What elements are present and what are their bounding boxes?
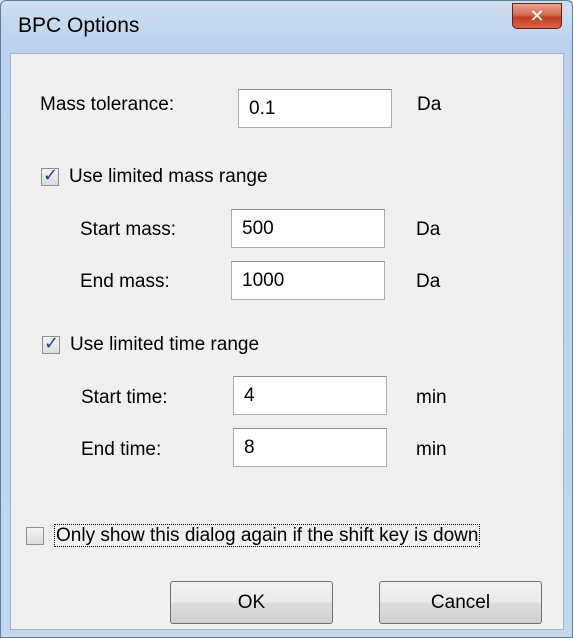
cancel-button[interactable]: Cancel (379, 581, 542, 624)
mass-range-checkbox-label[interactable]: Use limited mass range (69, 166, 268, 188)
start-mass-label: Start mass: (80, 219, 177, 240)
end-mass-unit: Da (416, 271, 441, 292)
start-mass-input[interactable] (231, 209, 385, 248)
close-button[interactable]: ✕ (512, 3, 562, 29)
time-range-checkbox-label[interactable]: Use limited time range (70, 334, 259, 356)
dialog-title: BPC Options (18, 14, 140, 37)
start-time-label: Start time: (81, 387, 168, 408)
start-time-unit: min (416, 387, 447, 408)
end-time-label: End time: (81, 439, 162, 460)
mass-tolerance-label: Mass tolerance: (40, 94, 175, 115)
end-mass-label: End mass: (80, 271, 170, 292)
shift-option-label[interactable]: Only show this dialog again if the shift… (53, 524, 481, 547)
checkmark-icon: ✓ (43, 165, 59, 185)
shift-option-checkbox[interactable] (26, 527, 44, 545)
close-icon: ✕ (529, 6, 545, 26)
end-mass-input[interactable] (231, 261, 385, 300)
end-time-unit: min (416, 439, 447, 460)
shift-option-text: Only show this dialog again if the shift… (53, 524, 481, 547)
checkmark-icon: ✓ (44, 333, 60, 353)
ok-button[interactable]: OK (170, 581, 333, 624)
mass-tolerance-input[interactable] (238, 89, 392, 128)
mass-range-checkbox[interactable]: ✓ (41, 165, 59, 186)
title-bar[interactable]: BPC Options ✕ (1, 1, 572, 53)
start-time-input[interactable] (233, 376, 387, 415)
mass-tolerance-unit: Da (417, 94, 442, 115)
bpc-options-dialog: BPC Options ✕ Mass tolerance: Da ✓ Use l… (0, 0, 573, 638)
dialog-body: Mass tolerance: Da ✓ Use limited mass ra… (10, 53, 564, 630)
end-time-input[interactable] (233, 428, 387, 467)
time-range-checkbox[interactable]: ✓ (42, 333, 60, 354)
start-mass-unit: Da (416, 219, 441, 240)
